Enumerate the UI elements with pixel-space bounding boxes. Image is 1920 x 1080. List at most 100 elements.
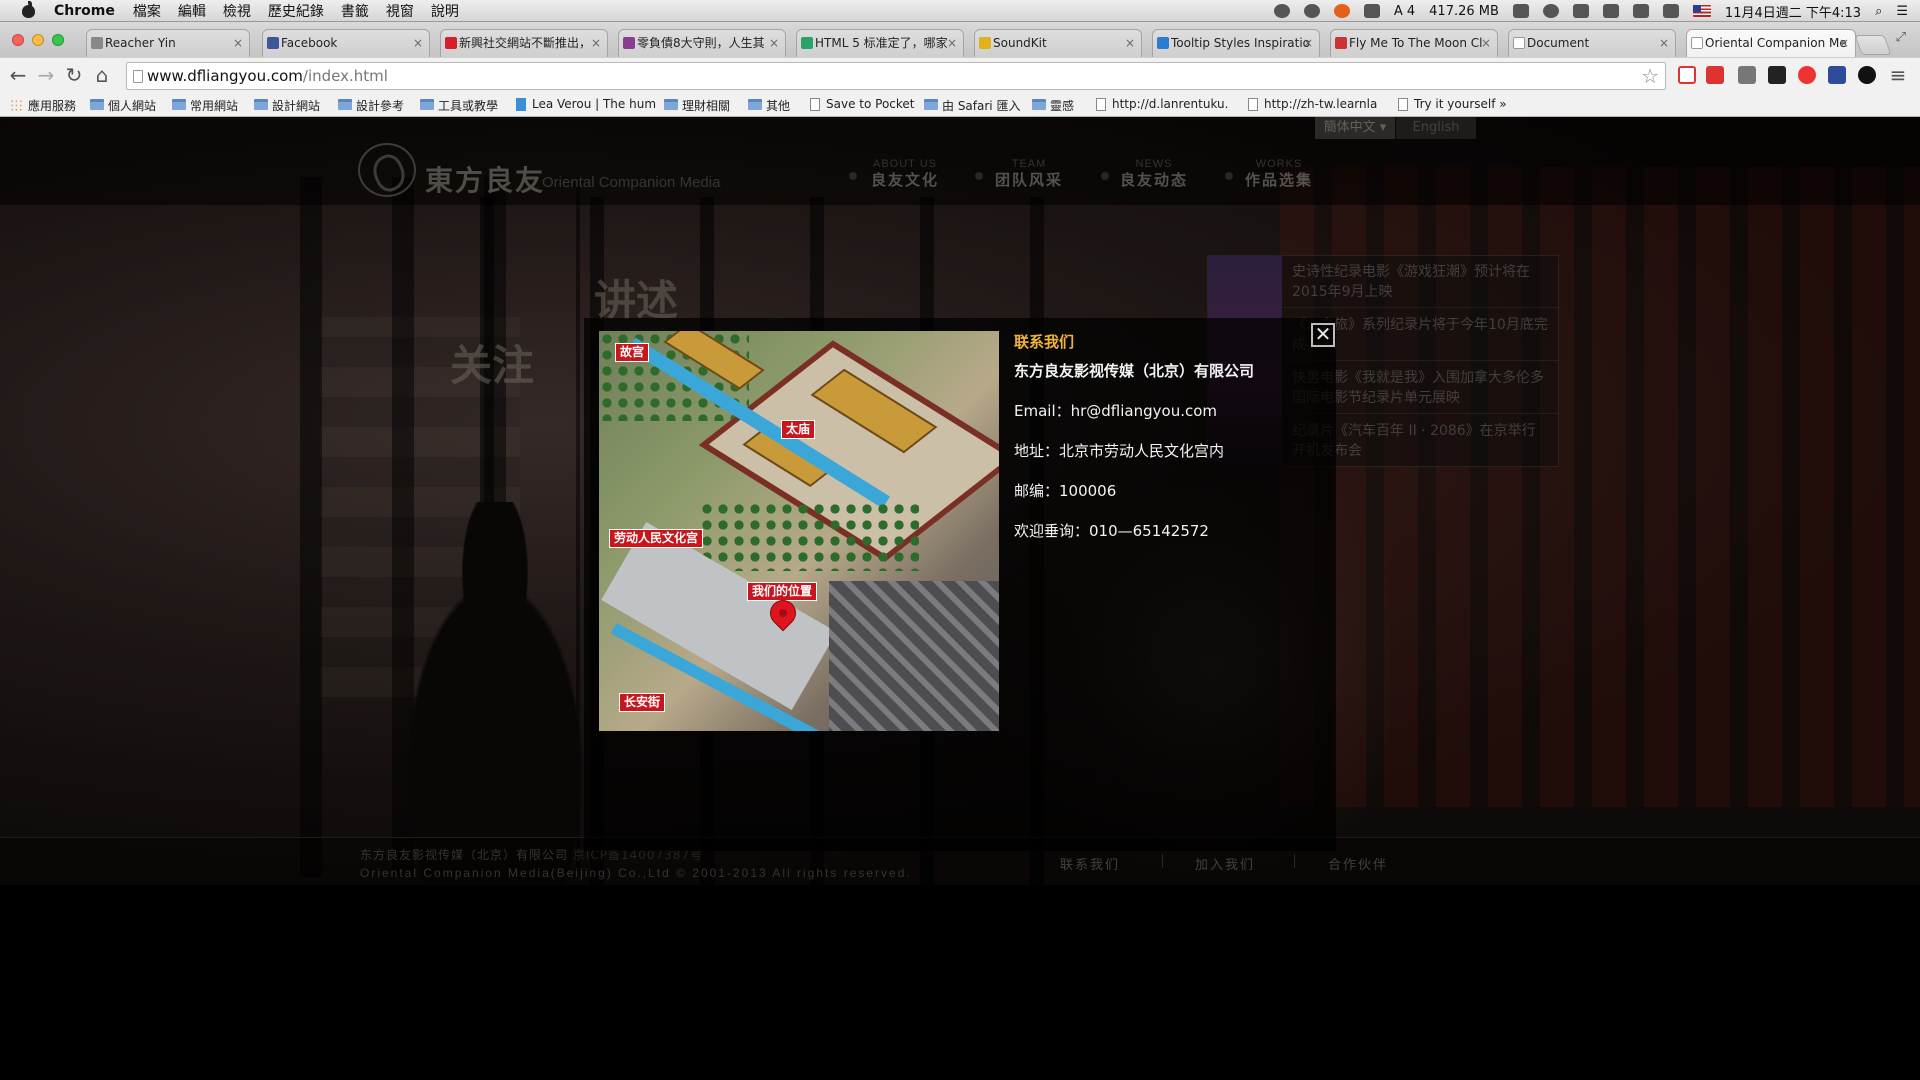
- time-machine-icon[interactable]: [1542, 4, 1559, 18]
- tab-inside[interactable]: 新興社交網站不斷推出， ×: [440, 29, 608, 57]
- menu-file[interactable]: 檔案: [133, 1, 161, 21]
- tab-close-icon[interactable]: ×: [1481, 30, 1491, 56]
- facebook-favicon-icon: [267, 37, 279, 49]
- tools-extension-icon[interactable]: [1828, 66, 1846, 84]
- notification-icon[interactable]: [1273, 4, 1290, 18]
- menu-history[interactable]: 歷史紀錄: [268, 1, 324, 21]
- bookmark-folder-finance[interactable]: 理財相關: [664, 97, 730, 114]
- bookmark-folder-personal[interactable]: 個人網站: [90, 97, 156, 114]
- menubar-status-area: A 4 417.26 MB 11月4日週二 下午4:13 ⌕ ☰: [1273, 0, 1908, 22]
- tab-close-icon[interactable]: ×: [591, 30, 601, 56]
- folder-icon: [254, 99, 268, 110]
- bookmark-label: Try it yourself »: [1414, 97, 1507, 111]
- tab-close-icon[interactable]: ×: [947, 30, 957, 56]
- menu-bookmarks[interactable]: 書籤: [341, 1, 369, 21]
- tab-soundkit[interactable]: SoundKit ×: [974, 29, 1142, 57]
- bookmark-lea-verou[interactable]: Lea Verou | The hum: [514, 97, 656, 111]
- new-tab-button[interactable]: [1854, 35, 1892, 55]
- bookmark-label: Save to Pocket: [826, 97, 915, 111]
- tab-close-icon[interactable]: ×: [413, 30, 423, 56]
- menu-edit[interactable]: 編輯: [178, 1, 206, 21]
- document-favicon-icon: [1691, 37, 1703, 49]
- tab-html5[interactable]: HTML 5 标准定了，哪家 ×: [796, 29, 964, 57]
- bookmark-save-to-pocket[interactable]: Save to Pocket: [808, 97, 915, 111]
- notification-center-icon[interactable]: ☰: [1896, 4, 1908, 19]
- eject-icon[interactable]: [1572, 4, 1589, 18]
- bookmark-star-icon[interactable]: ☆: [1641, 63, 1659, 89]
- clipboard-icon[interactable]: [1363, 4, 1380, 18]
- close-icon[interactable]: ✕: [1311, 323, 1335, 347]
- window-resizer-extension-icon[interactable]: [1768, 66, 1786, 84]
- tab-document[interactable]: Document ×: [1508, 29, 1676, 57]
- bookmark-folder-safari[interactable]: 由 Safari 匯入: [924, 97, 1020, 114]
- fullscreen-icon[interactable]: ⤢: [1896, 30, 1906, 45]
- address-bar[interactable]: www.dfliangyou.com/index.html ☆: [126, 62, 1666, 90]
- status-badge[interactable]: A 4: [1394, 4, 1415, 19]
- tab-strip: Reacher Yin × Facebook × 新興社交網站不斷推出， × 零負債8…: [0, 22, 1920, 57]
- tab-oriental-companion[interactable]: Oriental Companion Me ×: [1686, 29, 1856, 57]
- bookmark-label: 設計網站: [272, 99, 321, 113]
- clock[interactable]: 11月4日週二 下午4:13: [1725, 2, 1861, 21]
- minimize-window-button[interactable]: [32, 34, 44, 46]
- bluetooth-icon[interactable]: [1602, 4, 1619, 18]
- reload-icon[interactable]: ↻: [62, 64, 86, 88]
- bookmark-label: 應用服務: [28, 99, 77, 113]
- tab-facebook[interactable]: Facebook ×: [262, 29, 430, 57]
- tab-close-icon[interactable]: ×: [1303, 30, 1313, 56]
- tab-close-icon[interactable]: ×: [769, 30, 779, 56]
- back-arrow-icon[interactable]: ←: [6, 64, 30, 88]
- folder-icon: [1032, 99, 1046, 110]
- tab-fly-me-to-the-moon[interactable]: Fly Me To The Moon Cl ×: [1330, 29, 1498, 57]
- chrome-menu-icon[interactable]: ≡: [1886, 64, 1910, 88]
- bookmark-label: 工具或教學: [438, 99, 499, 113]
- tab-close-icon[interactable]: ×: [233, 30, 243, 56]
- bookmark-folder-other[interactable]: 其他: [748, 97, 790, 114]
- zoom-window-button[interactable]: [52, 34, 64, 46]
- bookmark-try-it-yourself[interactable]: Try it yourself »: [1396, 97, 1507, 111]
- tab-finance[interactable]: 零負債8大守則，人生其 ×: [618, 29, 786, 57]
- tab-close-icon[interactable]: ×: [1839, 30, 1849, 56]
- tab-reacher-yin[interactable]: Reacher Yin ×: [86, 29, 250, 57]
- firefox-status-icon[interactable]: [1333, 4, 1350, 18]
- whatfont-extension-icon[interactable]: [1858, 66, 1876, 84]
- menu-help[interactable]: 說明: [431, 1, 459, 21]
- gmail-extension-icon[interactable]: [1678, 66, 1696, 84]
- browser-toolbar: ← → ↻ ⌂ www.dfliangyou.com/index.html ☆ …: [0, 57, 1920, 93]
- bookmark-label: 常用網站: [190, 99, 239, 113]
- tab-tooltip-styles[interactable]: Tooltip Styles Inspiratio ×: [1152, 29, 1320, 57]
- bookmark-folder-design-sites[interactable]: 設計網站: [254, 97, 320, 114]
- eyedropper-extension-icon[interactable]: [1738, 66, 1756, 84]
- memory-readout[interactable]: 417.26 MB: [1429, 4, 1499, 19]
- bookmark-apps[interactable]: 應用服務: [10, 97, 76, 114]
- pocket-extension-icon[interactable]: [1706, 66, 1724, 84]
- input-source-flag-icon[interactable]: [1692, 5, 1711, 17]
- forward-arrow-icon[interactable]: →: [34, 64, 58, 88]
- bookmark-folder-design-ref[interactable]: 設計參考: [338, 97, 404, 114]
- menu-view[interactable]: 檢視: [223, 1, 251, 21]
- tab-close-icon[interactable]: ×: [1659, 30, 1669, 56]
- menu-window[interactable]: 視窗: [386, 1, 414, 21]
- close-window-button[interactable]: [12, 34, 24, 46]
- home-icon[interactable]: ⌂: [90, 64, 114, 88]
- guitar-favicon-icon: [1335, 37, 1347, 49]
- adblock-extension-icon[interactable]: [1798, 66, 1816, 84]
- address-path: /index.html: [302, 67, 388, 85]
- menu-app-name[interactable]: Chrome: [54, 3, 115, 19]
- tab-favicon-icon: [91, 37, 103, 49]
- volume-icon[interactable]: [1662, 4, 1679, 18]
- bookmark-lanrentuku[interactable]: http://d.lanrentuku.: [1094, 97, 1228, 111]
- spotlight-search-icon[interactable]: ⌕: [1875, 4, 1882, 19]
- bookmark-folder-inspiration[interactable]: 靈感: [1032, 97, 1074, 114]
- tab-close-icon[interactable]: ×: [1125, 30, 1135, 56]
- contact-company: 东方良友影视传媒（北京）有限公司: [1014, 362, 1255, 380]
- wifi-icon[interactable]: [1632, 4, 1649, 18]
- bookmark-folder-tools[interactable]: 工具或教學: [420, 97, 498, 114]
- bookmark-learnlayout[interactable]: http://zh-tw.learnla: [1246, 97, 1377, 111]
- display-icon[interactable]: [1512, 4, 1529, 18]
- bookmark-folder-common[interactable]: 常用網站: [172, 97, 238, 114]
- file-icon: [1248, 98, 1258, 111]
- folder-icon: [420, 99, 434, 110]
- bookmark-label: 其他: [766, 99, 791, 113]
- line-app-icon[interactable]: [1303, 4, 1320, 18]
- apple-menu-icon[interactable]: [18, 0, 40, 19]
